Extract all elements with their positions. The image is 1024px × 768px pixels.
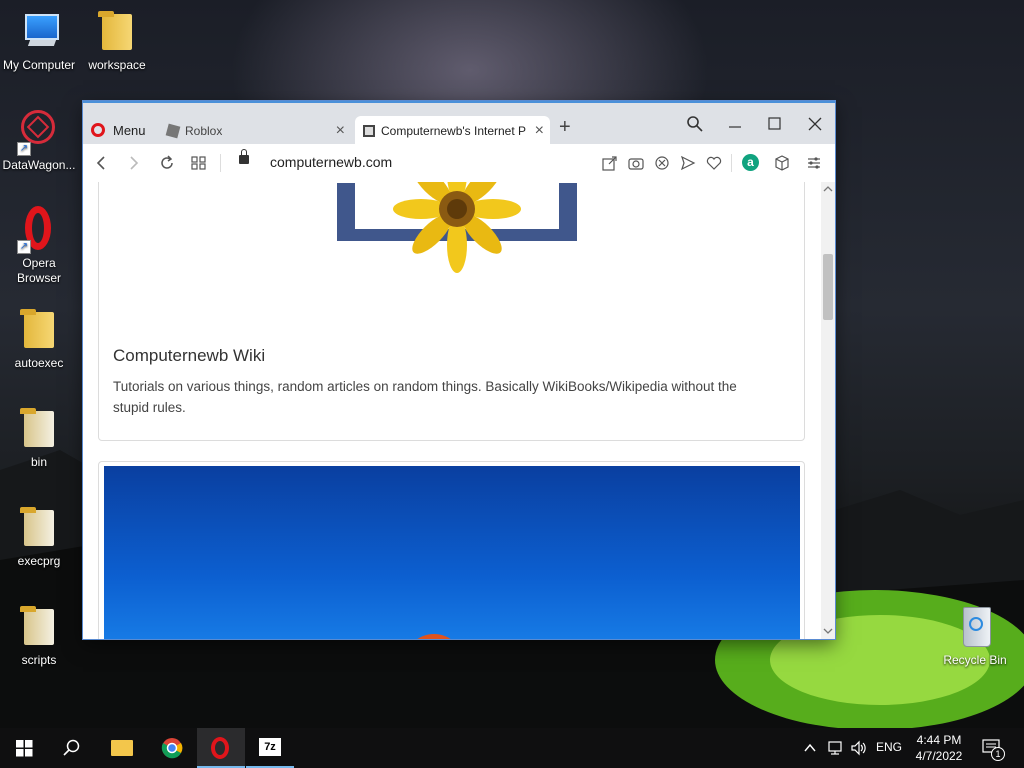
maximize-icon[interactable] xyxy=(767,116,783,132)
heart-icon[interactable] xyxy=(706,155,722,171)
tabs-grid-icon[interactable] xyxy=(191,155,207,171)
desktop-icon-workspace[interactable]: workspace xyxy=(79,8,155,73)
close-tab-icon[interactable]: × xyxy=(336,122,345,140)
search-tabs-icon[interactable] xyxy=(686,115,704,133)
desktop-icon-label: autoexec xyxy=(14,356,64,370)
desktop-icon-scripts[interactable]: scripts xyxy=(1,603,77,668)
scroll-down-icon[interactable] xyxy=(823,627,833,635)
forward-icon[interactable] xyxy=(127,155,141,171)
close-window-icon[interactable] xyxy=(807,116,823,132)
language-indicator[interactable]: ENG xyxy=(876,740,902,754)
minimize-icon[interactable] xyxy=(727,117,743,133)
recycle-bin-icon xyxy=(951,603,999,651)
shortcut-arrow-icon: ↗ xyxy=(17,142,31,156)
desktop-icon-bin[interactable]: bin xyxy=(1,405,77,470)
share-icon[interactable] xyxy=(602,155,618,171)
show-hidden-icons-icon[interactable] xyxy=(803,742,817,754)
sunflower-logo-image xyxy=(337,182,577,273)
back-icon[interactable] xyxy=(95,155,109,171)
taskbar-7zip[interactable]: 7z xyxy=(246,728,294,768)
divider xyxy=(731,154,732,172)
card-title[interactable]: Computernewb Wiki xyxy=(113,346,265,366)
lock-icon[interactable] xyxy=(239,149,249,164)
clock[interactable]: 4:44 PM 4/7/2022 xyxy=(910,732,968,764)
address-bar: computernewb.com a xyxy=(83,144,835,183)
folder-icon xyxy=(15,504,63,552)
computer-favicon-icon xyxy=(363,125,375,137)
shortcut-arrow-icon: ↗ xyxy=(17,240,31,254)
action-center-button[interactable]: 1 xyxy=(982,738,1005,761)
file-explorer-icon xyxy=(111,740,133,756)
browser-window: Menu Roblox × Computernewb's Internet P … xyxy=(83,101,835,639)
menu-label: Menu xyxy=(113,122,146,138)
desktop-icon-opera-browser[interactable]: ↗ Opera Browser xyxy=(1,206,77,286)
folder-icon xyxy=(15,405,63,453)
url-field[interactable]: computernewb.com xyxy=(270,154,392,170)
scroll-up-icon[interactable] xyxy=(823,185,833,193)
extension-a-icon[interactable]: a xyxy=(742,154,759,171)
wiki-card[interactable]: Computernewb Wiki Tutorials on various t… xyxy=(98,182,805,441)
card-description: Tutorials on various things, random arti… xyxy=(113,379,737,415)
taskbar-file-explorer[interactable] xyxy=(98,728,146,768)
datawagon-icon: ↗ xyxy=(15,108,63,156)
desktop-icon-label: scripts xyxy=(21,653,57,667)
7zip-icon: 7z xyxy=(259,738,281,756)
opera-icon xyxy=(211,737,229,759)
page-viewport[interactable]: Computernewb Wiki Tutorials on various t… xyxy=(83,182,821,639)
new-tab-button[interactable]: + xyxy=(559,116,571,139)
desktop-icon-execprg[interactable]: execprg xyxy=(1,504,77,569)
tab-roblox[interactable]: Roblox × xyxy=(159,116,351,146)
desktop-icon-label: My Computer xyxy=(2,58,76,72)
easy-setup-icon[interactable] xyxy=(806,155,822,171)
folder-icon xyxy=(93,8,141,56)
taskbar-chrome[interactable] xyxy=(148,728,196,768)
camera-icon[interactable] xyxy=(628,155,644,171)
clock-date: 4/7/2022 xyxy=(915,749,963,763)
desktop-icon-autoexec[interactable]: autoexec xyxy=(1,306,77,371)
opera-icon: ↗ xyxy=(15,206,63,254)
windows-wallpaper-image xyxy=(104,466,800,639)
desktop-icon-label: execprg xyxy=(17,554,61,568)
desktop-icon-recycle-bin[interactable]: Recycle Bin xyxy=(937,603,1013,668)
folder-icon xyxy=(15,603,63,651)
taskbar: 7z ENG 4:44 PM 4/7/2022 1 xyxy=(0,728,1024,768)
taskbar-opera[interactable] xyxy=(197,728,245,768)
computer-icon xyxy=(15,8,63,56)
desktop-icon-label: workspace xyxy=(88,58,146,72)
close-tab-icon[interactable]: × xyxy=(535,122,544,140)
clock-time: 4:44 PM xyxy=(916,733,962,747)
network-icon[interactable] xyxy=(826,740,844,756)
chrome-icon xyxy=(161,738,183,759)
tab-bar: Menu Roblox × Computernewb's Internet P … xyxy=(83,101,835,146)
notification-count-badge: 1 xyxy=(991,747,1005,761)
volume-icon[interactable] xyxy=(850,740,868,756)
ad-block-icon[interactable] xyxy=(654,155,670,171)
cube-extension-icon[interactable] xyxy=(774,155,790,171)
scrollbar-thumb[interactable] xyxy=(823,254,833,320)
taskbar-search-button[interactable] xyxy=(48,728,96,768)
desktop-icon-datawagon[interactable]: ↗ DataWagon... xyxy=(1,108,77,173)
vertical-scrollbar[interactable] xyxy=(821,182,835,639)
divider xyxy=(220,154,221,172)
desktop-icon-label: DataWagon... xyxy=(2,158,76,172)
search-icon xyxy=(63,739,80,756)
roblox-favicon-icon xyxy=(165,123,181,139)
desktop-icon-label: bin xyxy=(30,455,47,469)
desktop-icon-label: Recycle Bin xyxy=(943,653,1007,667)
reload-icon[interactable] xyxy=(159,155,175,171)
windows-logo-icon xyxy=(16,740,33,757)
start-button[interactable] xyxy=(0,728,48,768)
desktop-icon-my-computer[interactable]: My Computer xyxy=(1,8,77,73)
image-card[interactable] xyxy=(98,461,805,639)
send-icon[interactable] xyxy=(680,155,696,171)
tab-label: Computernewb's Internet P xyxy=(381,124,526,138)
opera-logo-icon xyxy=(91,123,105,137)
tab-computernewb[interactable]: Computernewb's Internet P × xyxy=(355,116,550,146)
tab-label: Roblox xyxy=(185,124,223,138)
opera-menu-button[interactable]: Menu xyxy=(91,119,146,141)
desktop-icon-label: Opera Browser xyxy=(16,256,61,285)
folder-icon xyxy=(15,306,63,354)
